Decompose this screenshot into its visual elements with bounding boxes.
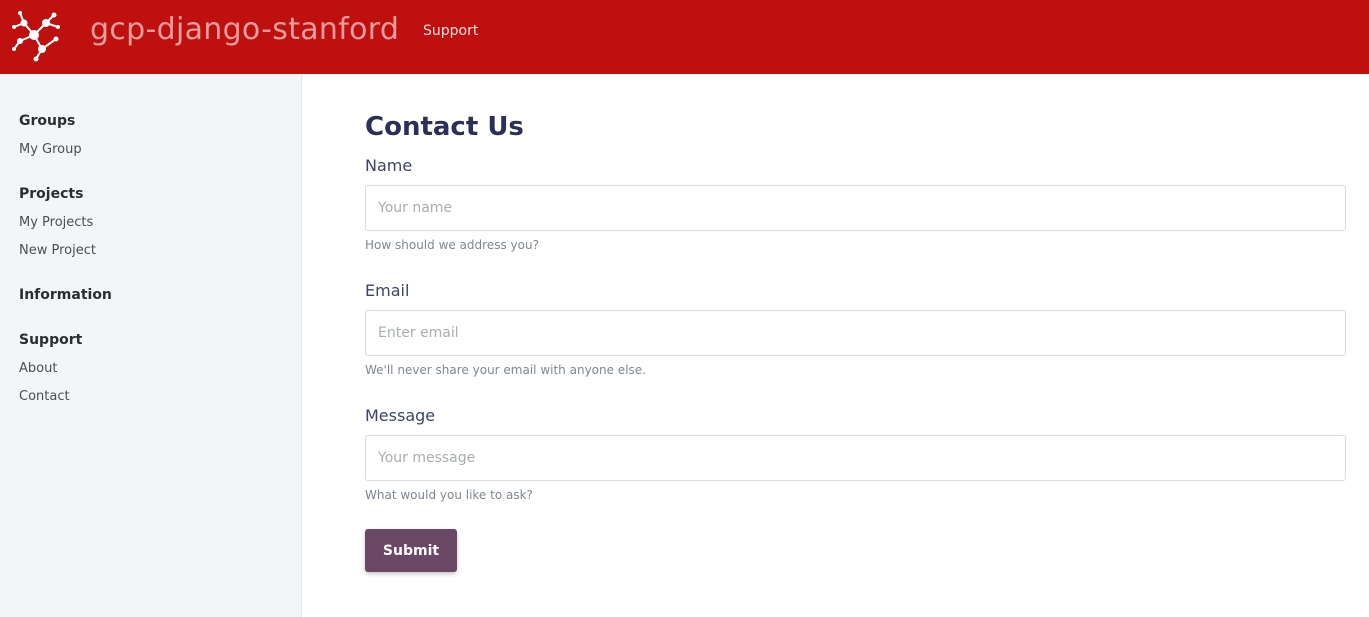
message-label: Message <box>365 406 436 425</box>
sidebar-item-my-projects[interactable]: My Projects <box>19 214 93 232</box>
name-label: Name <box>365 156 413 175</box>
message-input[interactable] <box>365 435 1346 481</box>
top-navbar: gcp-django-stanford Support <box>0 0 1369 74</box>
sidebar-item-contact[interactable]: Contact <box>19 388 70 406</box>
main-content: Contact Us Name How should we address yo… <box>302 74 1369 617</box>
molecule-network-icon[interactable] <box>10 9 62 63</box>
email-label: Email <box>365 281 410 300</box>
email-input[interactable] <box>365 310 1346 356</box>
sidebar-heading-information[interactable]: Information <box>19 286 112 304</box>
sidebar-item-my-group[interactable]: My Group <box>19 141 82 159</box>
sidebar: Groups My Group Projects My Projects New… <box>0 74 302 617</box>
sidebar-item-new-project[interactable]: New Project <box>19 242 96 260</box>
nav-support-link[interactable]: Support <box>423 22 478 40</box>
sidebar-heading-projects: Projects <box>19 186 84 202</box>
app-title[interactable]: gcp-django-stanford <box>90 10 399 50</box>
sidebar-heading-groups: Groups <box>19 113 76 129</box>
page-title: Contact Us <box>365 112 524 142</box>
name-input[interactable] <box>365 185 1346 231</box>
name-help-text: How should we address you? <box>365 238 539 252</box>
message-help-text: What would you like to ask? <box>365 488 533 502</box>
sidebar-item-about[interactable]: About <box>19 360 57 378</box>
sidebar-heading-support: Support <box>19 332 83 348</box>
email-help-text: We'll never share your email with anyone… <box>365 363 646 377</box>
submit-button[interactable]: Submit <box>365 529 457 572</box>
